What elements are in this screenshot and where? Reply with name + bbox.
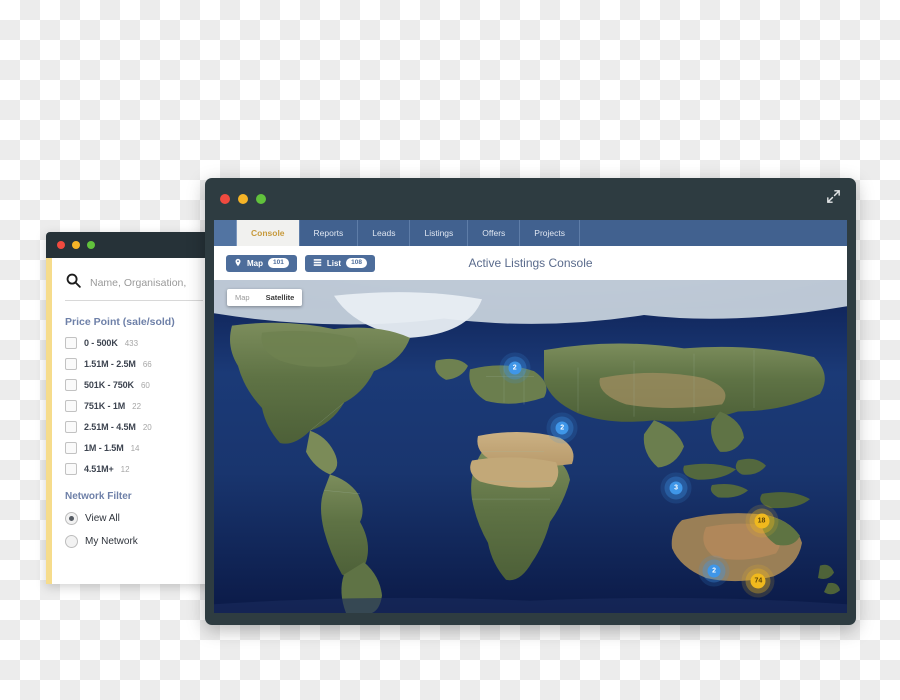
filter-count: 66: [142, 359, 152, 369]
tab-offers[interactable]: Offers: [468, 220, 521, 246]
checkbox-price-4[interactable]: [65, 421, 77, 433]
search-input[interactable]: Name, Organisation,: [90, 277, 186, 289]
filter-option-3[interactable]: 751K - 1M 22: [65, 400, 210, 412]
map-type-control[interactable]: Map Satellite: [227, 289, 303, 306]
tab-console[interactable]: Console: [237, 220, 300, 246]
filter-window-body: Name, Organisation, Price Point (sale/so…: [46, 258, 210, 584]
radio-label: My Network: [85, 536, 138, 547]
checkbox-price-1[interactable]: [65, 358, 77, 370]
maximize-button[interactable]: [87, 241, 95, 249]
filter-option-5[interactable]: 1M - 1.5M 14: [65, 442, 210, 454]
expand-diagonal-icon[interactable]: [825, 188, 842, 210]
filter-option-1[interactable]: 1.51M - 2.5M 66: [65, 358, 210, 370]
map-view-label: Map: [247, 258, 263, 268]
filter-option-0[interactable]: 0 - 500K 433: [65, 337, 210, 349]
checkbox-price-2[interactable]: [65, 379, 77, 391]
tab-projects[interactable]: Projects: [520, 220, 581, 246]
price-point-heading: Price Point (sale/sold): [65, 316, 175, 328]
filter-label: 0 - 500K: [84, 338, 118, 348]
map-cluster-marker[interactable]: 2: [555, 421, 569, 435]
list-view-badge: 108: [346, 257, 367, 269]
search-field[interactable]: Name, Organisation,: [65, 272, 203, 301]
checkbox-price-3[interactable]: [65, 400, 77, 412]
filter-label: 751K - 1M: [84, 401, 126, 411]
filter-label: 1M - 1.5M: [84, 443, 124, 453]
filter-count: 22: [132, 401, 142, 411]
map-cluster-marker[interactable]: 18: [754, 513, 770, 529]
network-option-view-all[interactable]: View All: [65, 512, 210, 525]
tab-reports[interactable]: Reports: [300, 220, 359, 246]
network-option-my-network[interactable]: My Network: [65, 535, 210, 548]
app-logo: [214, 220, 237, 246]
radio-label: View All: [85, 513, 120, 524]
minimize-button[interactable]: [72, 241, 80, 249]
minimize-button[interactable]: [238, 194, 248, 204]
list-view-label: List: [326, 258, 342, 268]
filter-label: 501K - 750K: [84, 380, 134, 390]
radio-view-all[interactable]: [65, 512, 78, 525]
filter-count: 14: [130, 443, 140, 453]
map-cluster-marker[interactable]: 2: [707, 564, 721, 578]
filter-window: Name, Organisation, Price Point (sale/so…: [46, 232, 210, 584]
radio-my-network[interactable]: [65, 535, 78, 548]
close-button[interactable]: [220, 194, 230, 204]
list-icon: [313, 258, 322, 269]
app-viewport: Console Reports Leads Listings Offers Pr…: [214, 220, 847, 613]
filter-option-6[interactable]: 4.51M+ 12: [65, 463, 210, 475]
map-canvas: [214, 280, 847, 613]
tab-leads[interactable]: Leads: [358, 220, 411, 246]
tab-listings[interactable]: Listings: [410, 220, 469, 246]
search-icon: [65, 272, 82, 294]
map-type-map[interactable]: Map: [227, 289, 258, 306]
world-map[interactable]: Map Satellite 2 2 3 18 2 74: [214, 280, 847, 613]
filter-option-2[interactable]: 501K - 750K 60: [65, 379, 210, 391]
map-view-button[interactable]: Map 101: [226, 254, 297, 272]
filter-label: 2.51M - 4.5M: [84, 422, 136, 432]
map-cluster-marker[interactable]: 3: [669, 481, 683, 495]
console-window-titlebar: [205, 178, 856, 220]
checkbox-price-0[interactable]: [65, 337, 77, 349]
map-pin-icon: [234, 258, 242, 269]
filter-count: 12: [120, 464, 130, 474]
map-cluster-marker[interactable]: 2: [508, 361, 522, 375]
map-view-badge: 101: [268, 257, 289, 269]
console-toolbar: Map 101 List 108 Active Listings Console: [214, 246, 847, 280]
filter-label: 1.51M - 2.5M: [84, 359, 136, 369]
close-button[interactable]: [57, 241, 65, 249]
filter-label: 4.51M+: [84, 464, 114, 474]
map-cluster-marker[interactable]: 74: [750, 573, 766, 589]
navigation-tabs: Console Reports Leads Listings Offers Pr…: [214, 220, 847, 246]
filter-count: 20: [142, 422, 152, 432]
network-filter-heading: Network Filter: [65, 491, 132, 502]
checkbox-price-6[interactable]: [65, 463, 77, 475]
list-view-button[interactable]: List 108: [304, 254, 375, 272]
filter-option-4[interactable]: 2.51M - 4.5M 20: [65, 421, 210, 433]
console-window: Console Reports Leads Listings Offers Pr…: [205, 178, 856, 625]
filter-count: 60: [140, 380, 150, 390]
screenshot-root: Name, Organisation, Price Point (sale/so…: [0, 0, 900, 700]
checkbox-price-5[interactable]: [65, 442, 77, 454]
filter-window-titlebar: [46, 232, 210, 258]
map-type-satellite[interactable]: Satellite: [258, 289, 303, 306]
maximize-button[interactable]: [256, 194, 266, 204]
filter-count: 433: [124, 338, 139, 348]
